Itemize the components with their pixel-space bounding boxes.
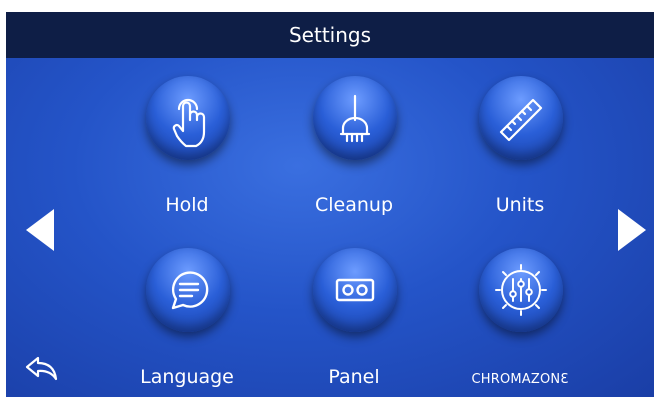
hand-touch-icon	[172, 98, 206, 148]
title-bar: Settings	[6, 12, 654, 58]
speech-bubble-icon	[171, 271, 209, 310]
panel-tile[interactable]: Panel	[279, 248, 429, 397]
cleanup-tile[interactable]: Cleanup	[279, 76, 429, 236]
units-button[interactable]	[479, 76, 563, 160]
settings-screen: Settings Hold Cleanup Units Language Pan…	[6, 12, 654, 397]
page-title: Settings	[288, 23, 372, 47]
broom-icon	[339, 94, 371, 143]
language-tile[interactable]: Language	[112, 248, 262, 397]
language-label: Language	[140, 366, 234, 388]
panel-label: Panel	[328, 366, 380, 388]
units-tile[interactable]: Units	[445, 76, 595, 236]
hold-label: Hold	[165, 194, 209, 216]
hold-button[interactable]	[146, 76, 230, 160]
panel-icon	[335, 278, 375, 302]
previous-page-button[interactable]	[26, 209, 54, 251]
hold-tile[interactable]: Hold	[112, 76, 262, 236]
cleanup-button[interactable]	[313, 76, 397, 160]
chromazone-label: CHROMAZONƐ	[471, 372, 569, 387]
panel-button[interactable]	[313, 248, 397, 332]
chromazone-sliders-icon	[495, 264, 547, 316]
language-button[interactable]	[146, 248, 230, 332]
cleanup-label: Cleanup	[314, 194, 394, 216]
chromazone-button[interactable]	[479, 248, 563, 332]
back-arrow-icon	[25, 356, 58, 381]
chromazone-tile[interactable]: CHROMAZONƐ	[445, 248, 595, 397]
next-page-button[interactable]	[618, 209, 646, 251]
ruler-icon	[499, 98, 543, 142]
back-button[interactable]	[24, 354, 60, 382]
units-label: Units	[495, 194, 545, 216]
